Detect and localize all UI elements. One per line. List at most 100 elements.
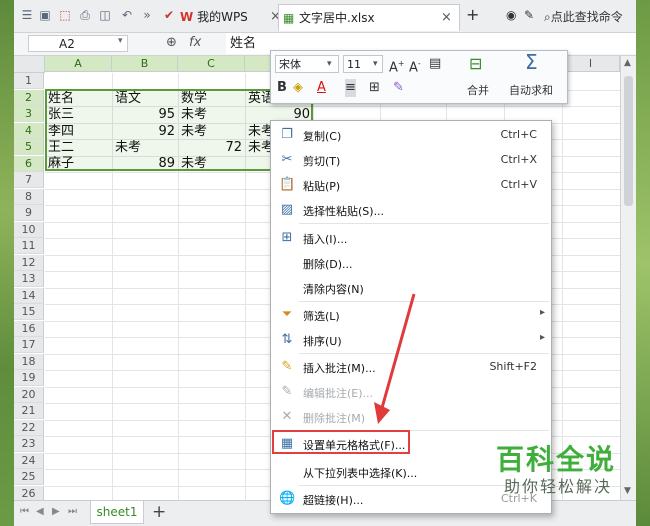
menu-item-cut[interactable]: ✂ 剪切(T) Ctrl+X — [271, 148, 551, 172]
find-command-label: 点此查找命令 — [550, 10, 623, 24]
check-icon[interactable]: ✔ — [162, 8, 176, 22]
pen-icon[interactable]: ✎ — [524, 8, 534, 22]
scroll-thumb[interactable] — [624, 76, 633, 206]
row-header-17[interactable]: 17 — [14, 337, 44, 353]
chevron-down-icon[interactable]: ▾ — [327, 55, 332, 73]
row-header-14[interactable]: 14 — [14, 287, 44, 304]
row-header-1[interactable]: 1 — [14, 73, 44, 89]
row-header-12[interactable]: 12 — [14, 254, 44, 271]
row-header-20[interactable]: 20 — [14, 386, 44, 403]
column-header-b[interactable]: B — [112, 56, 178, 72]
menu-icon[interactable]: ☰ — [20, 8, 34, 22]
watermark-title: 百科全说 — [496, 443, 617, 476]
row-header-18[interactable]: 18 — [14, 353, 44, 370]
docer-icon[interactable]: ◉ — [506, 8, 516, 22]
zoom-icon[interactable]: ⊕ — [166, 35, 177, 50]
print-icon[interactable]: ⎙ — [78, 8, 92, 22]
increase-font-icon[interactable]: A+ — [389, 55, 405, 77]
row-header-21[interactable]: 21 — [14, 403, 44, 419]
wrap-text-icon[interactable]: ▤ — [429, 55, 441, 73]
row-header-3[interactable]: 3 — [14, 106, 44, 122]
menu-item-insert[interactable]: ⊞ 插入(I)... — [271, 226, 551, 250]
chevron-down-icon[interactable]: ▾ — [373, 55, 378, 73]
find-command[interactable]: ⌕点此查找命令 — [544, 8, 636, 25]
row-header-24[interactable]: 24 — [14, 452, 44, 469]
next-sheet-icon[interactable]: ▶ — [52, 506, 60, 517]
cell-a4[interactable]: 李四 — [48, 124, 110, 139]
row-header-22[interactable]: 22 — [14, 419, 44, 436]
row-header-8[interactable]: 8 — [14, 188, 44, 205]
menu-item-copy[interactable]: ❐ 复制(C) Ctrl+C — [271, 123, 551, 147]
new-tab-plus-icon[interactable]: + — [466, 5, 479, 24]
row-header-5[interactable]: 5 — [14, 139, 44, 155]
cell-b2[interactable]: 语文 — [115, 91, 177, 106]
row-header-9[interactable]: 9 — [14, 205, 44, 221]
fx-icon[interactable]: fx — [189, 35, 201, 50]
chevron-down-icon[interactable]: ▾ — [118, 36, 123, 46]
cell-a5[interactable]: 王二 — [48, 140, 110, 155]
last-sheet-icon[interactable]: ⏭ — [68, 506, 77, 517]
menu-item-label: 排序(U) — [303, 335, 342, 348]
tab-my-wps[interactable]: W 我的WPS × — [180, 4, 284, 30]
mini-format-toolbar: 宋体 ▾ 11 ▾ A+ A- ▤ B ◈ A ≡ ⊞ ✎ ⊟ 合并 Σ 自动求… — [270, 50, 568, 104]
row-header-4[interactable]: 4 — [14, 122, 44, 139]
format-painter-icon[interactable]: ✎ — [393, 79, 404, 97]
select-all-corner[interactable] — [14, 56, 45, 73]
vertical-scrollbar[interactable]: ▲ ▼ — [620, 56, 636, 500]
row-header-23[interactable]: 23 — [14, 436, 44, 452]
fill-color-icon[interactable]: ◈ — [293, 79, 303, 97]
row-header-25[interactable]: 25 — [14, 469, 44, 485]
pdf-icon[interactable]: ⬚ — [58, 8, 72, 22]
scroll-up-icon[interactable]: ▲ — [624, 58, 631, 68]
more-icon[interactable]: » — [140, 8, 154, 22]
cell-b6[interactable]: 89 — [115, 156, 175, 171]
row-header-7[interactable]: 7 — [14, 172, 44, 188]
column-header-a[interactable]: A — [45, 56, 112, 72]
row-header-13[interactable]: 13 — [14, 271, 44, 287]
row-header-16[interactable]: 16 — [14, 320, 44, 337]
merge-label[interactable]: 合并 — [467, 82, 489, 98]
decrease-font-icon[interactable]: A- — [409, 55, 421, 77]
close-icon[interactable]: × — [441, 5, 452, 31]
autosum-icon[interactable]: Σ — [525, 52, 538, 72]
row-header-11[interactable]: 11 — [14, 238, 44, 254]
prev-sheet-icon[interactable]: ◀ — [36, 506, 44, 517]
align-center-icon[interactable]: ≡ — [345, 79, 356, 97]
cell-b5[interactable]: 未考 — [115, 140, 177, 155]
save-icon[interactable]: ▣ — [38, 8, 52, 22]
tab-file[interactable]: ▦ 文字居中.xlsx × — [278, 4, 460, 31]
cell-a2[interactable]: 姓名 — [48, 91, 110, 106]
scroll-down-icon[interactable]: ▼ — [624, 486, 631, 496]
cell-c2[interactable]: 数学 — [181, 91, 243, 106]
add-sheet-plus-icon[interactable]: + — [152, 502, 166, 522]
sheet-tab-sheet1[interactable]: sheet1 — [90, 501, 144, 524]
print-preview-icon[interactable]: ◫ — [98, 8, 112, 22]
bold-icon[interactable]: B — [277, 79, 287, 97]
cell-b4[interactable]: 92 — [115, 124, 175, 139]
menu-item-delete[interactable]: 删除(D)... — [271, 251, 551, 275]
merge-cells-icon[interactable]: ⊟ — [469, 55, 482, 73]
row-header-15[interactable]: 15 — [14, 304, 44, 320]
column-header-c[interactable]: C — [178, 56, 245, 72]
autosum-label[interactable]: 自动求和 — [509, 82, 553, 98]
row-header-2[interactable]: 2 — [14, 89, 44, 106]
row-header-19[interactable]: 19 — [14, 370, 44, 386]
cell-b3[interactable]: 95 — [115, 107, 175, 122]
cell-a6[interactable]: 麻子 — [48, 156, 110, 171]
cell-c3[interactable]: 未考 — [181, 107, 243, 122]
cell-a3[interactable]: 张三 — [48, 107, 110, 122]
spreadsheet-window: ☰ ▣ ⬚ ⎙ ◫ ↶ » ✔ W 我的WPS × ▦ 文字居中.xlsx × … — [14, 0, 636, 526]
menu-item-paste[interactable]: 📋 粘贴(P) Ctrl+V — [271, 173, 551, 197]
row-header-6[interactable]: 6 — [14, 155, 44, 172]
column-header-i[interactable]: I — [562, 56, 620, 72]
row-header-10[interactable]: 10 — [14, 221, 44, 238]
menu-item-paste-special[interactable]: ▨ 选择性粘贴(S)... — [271, 198, 551, 222]
first-sheet-icon[interactable]: ⏮ — [20, 506, 29, 517]
undo-icon[interactable]: ↶ — [120, 8, 134, 22]
cell-c4[interactable]: 未考 — [181, 124, 243, 139]
border-icon[interactable]: ⊞ — [369, 79, 380, 97]
cell-c6[interactable]: 未考 — [181, 156, 243, 171]
cell-c5[interactable]: 72 — [181, 140, 242, 155]
font-color-icon[interactable]: A — [317, 79, 326, 97]
name-box[interactable]: A2 — [28, 35, 128, 52]
